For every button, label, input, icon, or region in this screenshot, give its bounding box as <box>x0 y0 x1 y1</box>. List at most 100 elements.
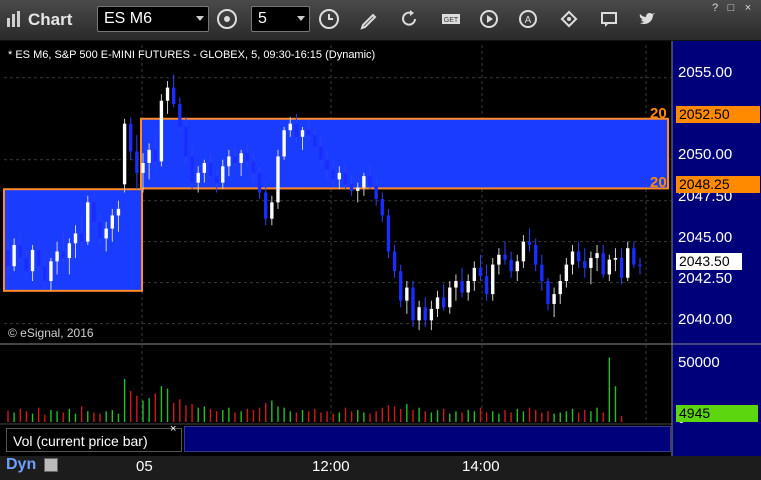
volume-bar <box>142 400 144 422</box>
copyright-label: © eSignal, 2016 <box>8 326 94 340</box>
close-study-icon[interactable]: × <box>170 423 176 435</box>
volume-bar <box>209 408 212 422</box>
volume-bar <box>31 413 34 422</box>
candle-body <box>349 184 354 191</box>
lock-icon[interactable] <box>44 458 58 472</box>
zone-price-overlay-lower: 20 <box>650 174 667 191</box>
svg-text:GET: GET <box>444 17 459 24</box>
candle-body <box>368 176 372 186</box>
candle-body <box>239 153 243 163</box>
symbol-settings-button[interactable] <box>214 6 240 32</box>
candle-body <box>122 123 127 185</box>
price-chart[interactable] <box>0 41 761 480</box>
zone-price-overlay-upper: 20 <box>650 105 667 122</box>
candle-body <box>638 264 642 267</box>
candle-body <box>159 100 164 162</box>
volume-bar <box>436 410 439 422</box>
candle-body <box>325 159 329 170</box>
chevron-down-icon[interactable] <box>297 16 305 21</box>
draw-tool-button[interactable] <box>356 6 382 32</box>
volume-bar <box>7 410 9 422</box>
candle-body <box>184 126 188 157</box>
candle-body <box>313 135 317 147</box>
symbol-value: ES M6 <box>104 10 153 27</box>
candle-body <box>595 253 599 259</box>
help-button[interactable]: ? <box>708 1 722 15</box>
candle-body <box>110 215 114 229</box>
time-template-button[interactable] <box>316 6 342 32</box>
refresh-icon <box>402 10 416 26</box>
volume-bar <box>412 410 414 422</box>
candle-body <box>208 163 213 177</box>
get-button[interactable]: GET <box>438 6 464 32</box>
volume-bar <box>338 412 341 422</box>
refresh-button[interactable] <box>396 6 422 32</box>
price-tick-label: 2045.00 <box>678 229 733 246</box>
close-button[interactable]: × <box>741 1 755 15</box>
time-tick-label: 05 <box>136 458 153 475</box>
volume-bar <box>381 407 383 422</box>
volume-bar <box>399 408 402 422</box>
chat-button[interactable] <box>596 6 622 32</box>
candle-body <box>607 259 612 275</box>
candle-body <box>165 87 170 101</box>
price-tick-label: 2055.00 <box>678 64 733 81</box>
candle-body <box>55 251 59 262</box>
volume-bar <box>234 412 236 422</box>
symbol-field[interactable]: ES M6 <box>97 6 209 32</box>
svg-text:A: A <box>525 15 532 26</box>
window-title: Chart <box>28 10 73 29</box>
volume-study-label[interactable]: Vol (current price bar) <box>6 428 182 452</box>
chat-icon <box>601 12 617 27</box>
candle-body <box>546 281 550 304</box>
candle-body <box>264 192 268 219</box>
candle-body <box>392 251 397 272</box>
volume-bar <box>74 413 77 422</box>
candle-body <box>116 208 121 216</box>
candle-body <box>583 261 587 268</box>
pencil-icon <box>360 13 377 30</box>
candle-body <box>515 261 519 272</box>
volume-bar <box>479 407 482 422</box>
maximize-button[interactable]: □ <box>724 1 738 15</box>
dynamic-mode-label[interactable]: Dyn <box>6 456 36 474</box>
volume-study-bar <box>184 426 671 452</box>
candle-body <box>343 172 348 185</box>
chevron-down-icon[interactable] <box>196 16 204 21</box>
volume-bar <box>344 407 347 422</box>
volume-bar <box>596 407 598 422</box>
candle-body <box>564 264 569 281</box>
candle-body <box>12 244 16 267</box>
candle-body <box>497 254 501 265</box>
volume-bar <box>203 406 206 422</box>
candle-body <box>417 307 421 321</box>
volume-bar <box>559 412 561 422</box>
volume-bar <box>307 411 310 422</box>
candle-body <box>319 146 323 160</box>
candle-body <box>362 176 366 188</box>
twitter-button[interactable] <box>634 6 660 32</box>
volume-bar <box>534 410 537 422</box>
volume-bar <box>44 414 46 422</box>
replay-button[interactable] <box>476 6 502 32</box>
candle-body <box>491 264 495 295</box>
volume-bar <box>516 408 518 422</box>
candle-body <box>454 281 458 288</box>
volume-bar <box>528 407 531 422</box>
volume-bar <box>99 413 101 422</box>
volume-bar <box>25 411 28 422</box>
candle-body <box>466 281 470 293</box>
volume-bar <box>565 411 568 422</box>
time-tick-label: 12:00 <box>312 458 350 475</box>
candle-body <box>570 251 575 265</box>
alert-button[interactable]: A <box>515 6 541 32</box>
volume-bar <box>541 412 543 422</box>
link-button[interactable] <box>556 6 582 32</box>
volume-bar <box>136 395 138 422</box>
volume-bar <box>265 402 267 422</box>
candle-body <box>147 149 151 163</box>
candle-body <box>300 130 305 137</box>
interval-field[interactable]: 5 <box>251 6 310 32</box>
volume-bar <box>387 405 390 422</box>
volume-bar <box>13 412 15 422</box>
